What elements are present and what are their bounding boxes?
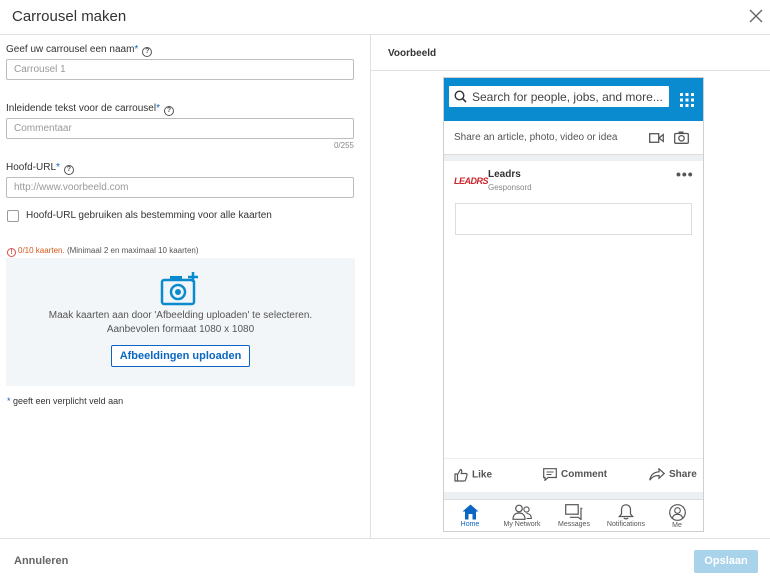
upload-instructions: Maak kaarten aan door 'Afbeelding upload… <box>48 310 313 321</box>
upload-format-hint: Aanbevolen formaat 1080 x 1080 <box>106 324 255 335</box>
cancel-button[interactable]: Annuleren <box>14 555 68 567</box>
like-action: Like <box>454 468 492 482</box>
sponsored-post: LEADRS Leadrs Gesponsord ••• Like Commen… <box>444 161 703 492</box>
char-counter: 0/255 <box>333 141 354 150</box>
camera-icon <box>674 131 689 144</box>
help-icon[interactable]: ? <box>164 106 174 116</box>
help-icon[interactable]: ? <box>142 47 153 57</box>
comment-action: Comment <box>543 468 607 482</box>
intro-label: Inleidende tekst voor de carrousel*? <box>6 103 174 116</box>
search-icon <box>454 90 467 103</box>
nav-notifications: Notifications <box>601 504 651 528</box>
upload-images-button[interactable]: Afbeeldingen uploaden <box>111 345 250 367</box>
share-icon <box>649 467 666 481</box>
upload-area: Maak kaarten aan door 'Afbeelding upload… <box>6 258 355 386</box>
grid-icon <box>680 93 694 107</box>
nav-my-network: My Network <box>497 504 547 528</box>
intro-text-input[interactable] <box>6 118 354 139</box>
sponsored-label: Gesponsord <box>488 183 532 192</box>
help-icon[interactable]: ? <box>63 165 74 175</box>
nav-me: Me <box>652 504 702 529</box>
company-name: Leadrs <box>488 169 521 180</box>
warning-icon: ! <box>7 248 16 257</box>
main-url-input[interactable] <box>6 177 354 198</box>
phone-bottom-nav: Home My Network Messages Notifications M… <box>444 499 703 531</box>
home-icon <box>462 504 478 520</box>
dialog-title: Carrousel maken <box>12 8 127 25</box>
camera-add-icon <box>160 272 198 306</box>
name-label: Geef uw carrousel een naam*? <box>6 44 153 57</box>
save-button[interactable]: Opslaan <box>694 550 758 573</box>
intro-text-placeholder-box <box>455 203 692 235</box>
close-icon[interactable] <box>749 9 763 23</box>
phone-preview: Search for people, jobs, and more... Sha… <box>443 77 704 532</box>
comment-icon <box>543 468 557 482</box>
messages-icon <box>565 504 583 520</box>
form-panel: Geef uw carrousel een naam*? Inleidende … <box>0 35 370 538</box>
share-action: Share <box>649 467 697 481</box>
divider <box>371 70 770 71</box>
network-icon <box>512 504 532 520</box>
cards-warning: ! 0/10 kaarten. (Minimaal 2 en maximaal 1… <box>7 246 199 257</box>
dialog-header: Carrousel maken <box>0 0 770 35</box>
phone-share-box: Share an article, photo, video or idea <box>444 121 703 155</box>
company-logo: LEADRS <box>454 176 489 186</box>
use-url-checkbox[interactable] <box>7 210 19 222</box>
preview-panel: Voorbeeld Search for people, jobs, and m… <box>370 35 770 538</box>
profile-icon <box>668 504 686 521</box>
dialog-footer: Annuleren Opslaan <box>0 538 770 578</box>
more-options-icon: ••• <box>676 166 694 182</box>
video-icon <box>649 133 664 143</box>
phone-search-bar: Search for people, jobs, and more... <box>449 86 669 107</box>
share-prompt: Share an article, photo, video or idea <box>454 132 618 143</box>
use-url-checkbox-label: Hoofd-URL gebruiken als bestemming voor … <box>26 210 272 221</box>
url-label: Hoofd-URL*? <box>6 162 74 175</box>
carousel-name-input[interactable] <box>6 59 354 80</box>
phone-header: Search for people, jobs, and more... <box>444 78 703 121</box>
phone-search-placeholder: Search for people, jobs, and more... <box>472 90 663 104</box>
nav-messages: Messages <box>549 504 599 528</box>
bell-icon <box>618 504 634 520</box>
thumbs-up-icon <box>454 468 468 482</box>
nav-home: Home <box>445 504 495 528</box>
required-footnote: * geeft een verplicht veld aan <box>7 396 124 406</box>
preview-label: Voorbeeld <box>388 48 437 59</box>
post-actions: Like Comment Share <box>444 458 703 492</box>
